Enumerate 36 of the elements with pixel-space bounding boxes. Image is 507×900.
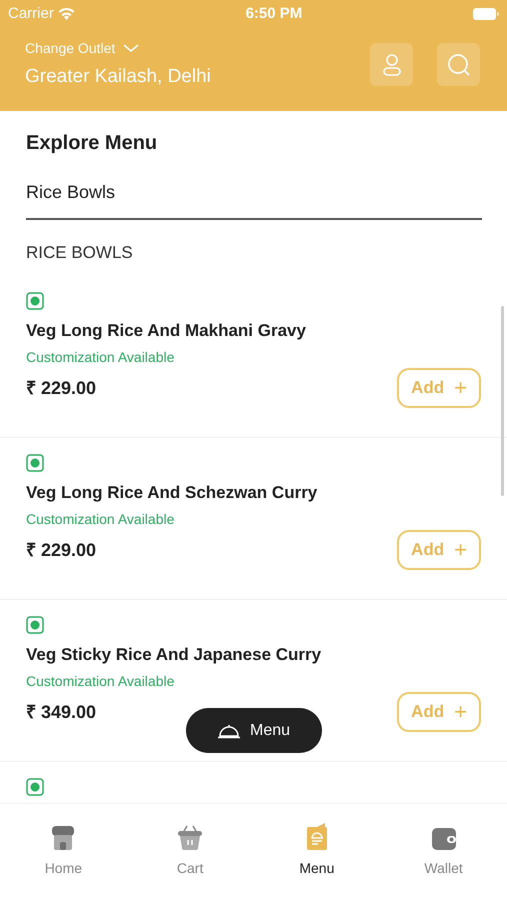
customization-note: Customization Available [26, 348, 176, 367]
carrier-name: Carrier [8, 4, 54, 24]
item-price: ₹ 229.00 [26, 538, 96, 562]
user-icon [380, 52, 402, 77]
tab-bar-item[interactable]: Cart [126, 804, 254, 900]
section-heading: Explore Menu [26, 131, 158, 155]
cloche-icon [218, 722, 240, 738]
item-name: Veg Sticky Rice And Japanese Curry [26, 644, 322, 666]
menu-book-icon [306, 823, 327, 850]
search-icon [446, 52, 470, 77]
basket-icon [178, 825, 202, 850]
item-price: ₹ 349.00 [26, 700, 96, 724]
outlet-name: Greater Kailash, Delhi [25, 65, 211, 89]
profile-button[interactable] [370, 43, 413, 86]
chevron-down-icon [123, 44, 140, 53]
wallet-icon [432, 828, 456, 850]
add-button[interactable]: Add + [397, 368, 481, 408]
tab-bar-item[interactable]: Menu [254, 804, 380, 900]
menu-float-button[interactable]: Menu [186, 708, 322, 753]
customization-note: Customization Available [26, 672, 176, 691]
customization-note: Customization Available [26, 510, 176, 529]
category-heading: RICE BOWLS [26, 242, 134, 264]
change-outlet-button[interactable]: Change Outlet [25, 38, 140, 59]
status-time: 6:50 PM [246, 4, 302, 24]
battery-icon [472, 8, 499, 20]
tab-bar-item[interactable]: Home [0, 804, 127, 900]
search-button[interactable] [437, 43, 480, 86]
item-price: ₹ 229.00 [26, 376, 96, 400]
add-button[interactable]: Add + [397, 530, 481, 570]
wifi-icon [58, 8, 75, 20]
item-name: Veg Long Rice And Schezwan Curry [26, 482, 318, 504]
add-button[interactable]: Add + [397, 692, 481, 732]
store-icon [51, 826, 76, 850]
tab-bar-item[interactable]: Wallet [380, 804, 507, 900]
category-tab[interactable]: Rice Bowls [26, 182, 116, 202]
item-name: Veg Long Rice And Makhani Gravy [26, 320, 307, 342]
